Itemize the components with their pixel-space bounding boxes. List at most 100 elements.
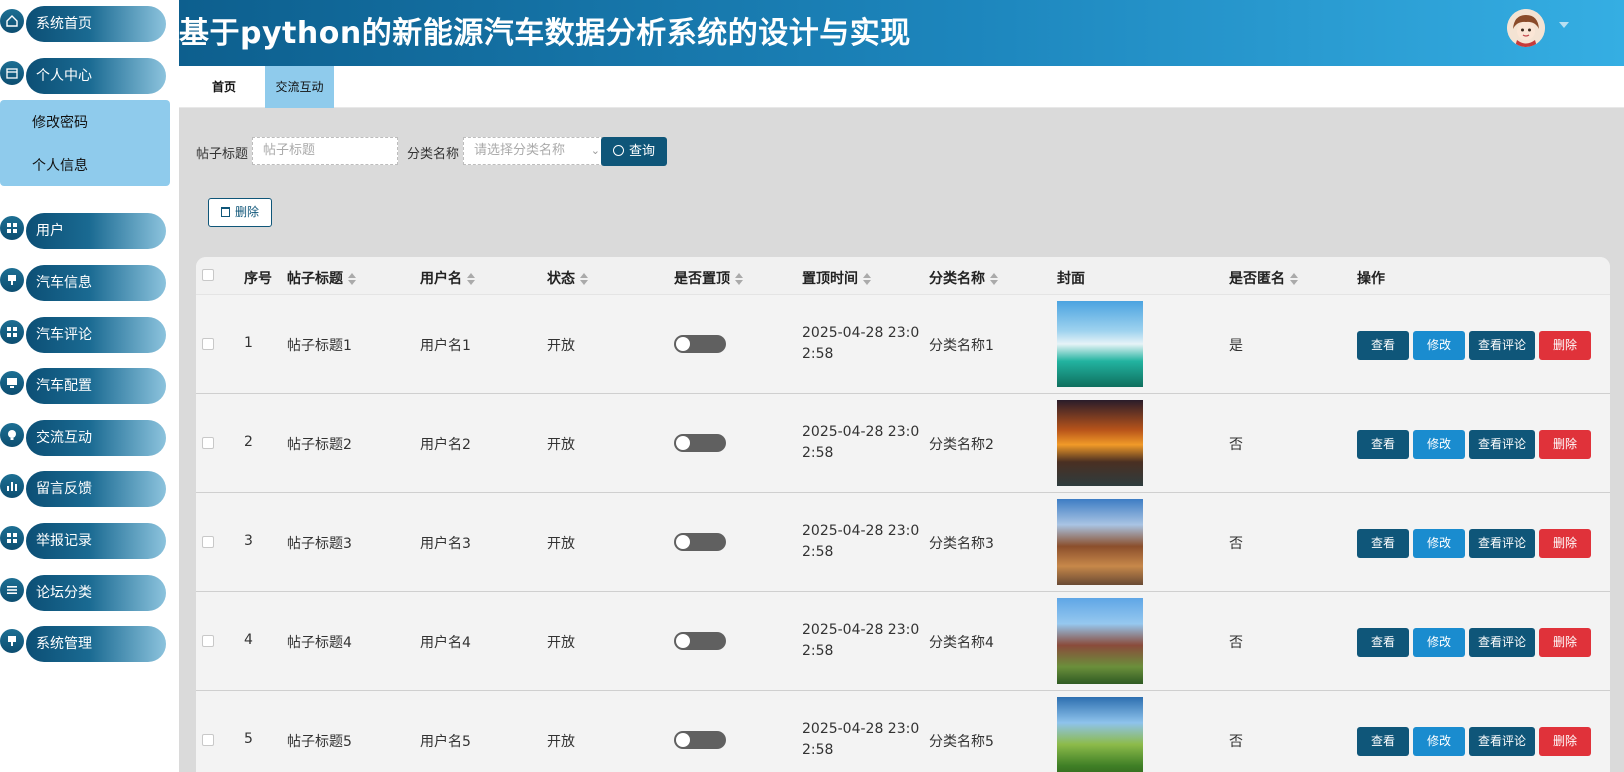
row-anonymous: 否 bbox=[1229, 536, 1243, 552]
sidebar-item-system-management[interactable]: 系统管理 bbox=[0, 626, 170, 662]
view-button[interactable]: 查看 bbox=[1357, 430, 1409, 459]
cover-image bbox=[1057, 301, 1143, 387]
edit-button[interactable]: 修改 bbox=[1413, 529, 1465, 558]
view-comments-button[interactable]: 查看评论 bbox=[1469, 529, 1535, 558]
search-button-label: 查询 bbox=[628, 144, 655, 159]
category-filter-label: 分类名称 bbox=[407, 147, 460, 162]
row-pinned-time: 2025-04-28 23:02:58 bbox=[802, 622, 920, 659]
sidebar-item-reports[interactable]: 举报记录 bbox=[0, 523, 170, 559]
row-checkbox[interactable] bbox=[202, 734, 214, 746]
edit-button[interactable]: 修改 bbox=[1413, 727, 1465, 756]
sort-icon[interactable] bbox=[735, 273, 743, 285]
sidebar-item-interaction[interactable]: 交流互动 bbox=[0, 420, 170, 456]
delete-button[interactable]: 删除 bbox=[1539, 331, 1591, 360]
category-select-placeholder: 请选择分类名称 bbox=[474, 143, 566, 158]
sidebar-item-car-config[interactable]: 汽车配置 bbox=[0, 368, 170, 404]
row-username: 用户名1 bbox=[420, 338, 471, 354]
category-select[interactable]: 请选择分类名称 ⌄ bbox=[463, 137, 609, 165]
bulb-icon bbox=[0, 423, 24, 447]
row-username: 用户名2 bbox=[420, 437, 471, 453]
row-checkbox[interactable] bbox=[202, 437, 214, 449]
chevron-down-icon[interactable] bbox=[1559, 22, 1569, 28]
row-checkbox[interactable] bbox=[202, 536, 214, 548]
delete-button[interactable]: 删除 bbox=[1539, 529, 1591, 558]
select-all-checkbox[interactable] bbox=[202, 269, 214, 281]
row-status: 开放 bbox=[547, 734, 575, 750]
view-button[interactable]: 查看 bbox=[1357, 727, 1409, 756]
grid-icon bbox=[0, 320, 24, 344]
row-anonymous: 是 bbox=[1229, 338, 1243, 354]
avatar[interactable] bbox=[1507, 9, 1545, 47]
view-comments-button[interactable]: 查看评论 bbox=[1469, 331, 1535, 360]
sidebar-item-car-info[interactable]: 汽车信息 bbox=[0, 265, 170, 301]
col-pinned[interactable]: 是否置顶 bbox=[674, 268, 743, 288]
submenu-personal-center: 修改密码 个人信息 bbox=[0, 100, 170, 186]
col-pinned-time[interactable]: 置顶时间 bbox=[802, 268, 871, 288]
sidebar-item-home[interactable]: 系统首页 bbox=[0, 6, 170, 42]
title-search-input[interactable]: 帖子标题 bbox=[252, 137, 398, 165]
pinned-toggle[interactable] bbox=[674, 335, 726, 353]
delete-button[interactable]: 删除 bbox=[1539, 628, 1591, 657]
sort-icon[interactable] bbox=[863, 273, 871, 285]
col-status[interactable]: 状态 bbox=[547, 268, 588, 288]
col-username[interactable]: 用户名 bbox=[420, 268, 475, 288]
sidebar: 系统首页 个人中心 修改密码 个人信息 用户 汽车信息 汽车评论 汽车配置 交流… bbox=[0, 0, 179, 772]
row-anonymous: 否 bbox=[1229, 734, 1243, 750]
table-header: 序号 帖子标题 用户名 状态 是否置顶 置顶时间 分类名称 封面 是否匿名 操作 bbox=[196, 257, 1610, 295]
col-cover: 封面 bbox=[1057, 271, 1085, 287]
row-checkbox[interactable] bbox=[202, 338, 214, 350]
search-button[interactable]: 查询 bbox=[601, 137, 667, 166]
col-username-label: 用户名 bbox=[420, 271, 462, 287]
view-button[interactable]: 查看 bbox=[1357, 529, 1409, 558]
search-icon bbox=[612, 145, 624, 156]
edit-button[interactable]: 修改 bbox=[1413, 331, 1465, 360]
sidebar-item-car-comments[interactable]: 汽车评论 bbox=[0, 317, 170, 353]
sidebar-item-label: 留言反馈 bbox=[26, 471, 166, 507]
sidebar-item-label: 用户 bbox=[26, 213, 166, 249]
pinned-toggle[interactable] bbox=[674, 632, 726, 650]
sidebar-item-forum-categories[interactable]: 论坛分类 bbox=[0, 575, 170, 611]
sidebar-item-label: 系统首页 bbox=[26, 6, 166, 42]
col-title[interactable]: 帖子标题 bbox=[287, 268, 356, 288]
view-button[interactable]: 查看 bbox=[1357, 331, 1409, 360]
sidebar-item-personal-center[interactable]: 个人中心 bbox=[0, 58, 170, 94]
row-username: 用户名4 bbox=[420, 635, 471, 651]
tab-home[interactable]: 首页 bbox=[199, 66, 249, 108]
view-comments-button[interactable]: 查看评论 bbox=[1469, 727, 1535, 756]
col-category[interactable]: 分类名称 bbox=[929, 268, 998, 288]
delete-button[interactable]: 删除 bbox=[1539, 430, 1591, 459]
sidebar-item-feedback[interactable]: 留言反馈 bbox=[0, 471, 170, 507]
sort-icon[interactable] bbox=[348, 273, 356, 285]
sort-icon[interactable] bbox=[990, 273, 998, 285]
pinned-toggle[interactable] bbox=[674, 731, 726, 749]
row-title: 帖子标题1 bbox=[287, 338, 352, 354]
edit-button[interactable]: 修改 bbox=[1413, 430, 1465, 459]
delete-button[interactable]: 删除 bbox=[1539, 727, 1591, 756]
submenu-item-change-password[interactable]: 修改密码 bbox=[32, 112, 88, 132]
view-comments-button[interactable]: 查看评论 bbox=[1469, 430, 1535, 459]
sidebar-item-label: 举报记录 bbox=[26, 523, 166, 559]
edit-button[interactable]: 修改 bbox=[1413, 628, 1465, 657]
view-comments-button[interactable]: 查看评论 bbox=[1469, 628, 1535, 657]
sort-icon[interactable] bbox=[467, 273, 475, 285]
pinned-toggle[interactable] bbox=[674, 533, 726, 551]
table-row: 3 帖子标题3 用户名3 开放 2025-04-28 23:02:58 分类名称3 否 查看修… bbox=[196, 493, 1610, 592]
col-anonymous[interactable]: 是否匿名 bbox=[1229, 268, 1298, 288]
row-anonymous: 否 bbox=[1229, 437, 1243, 453]
title-search-placeholder: 帖子标题 bbox=[263, 143, 316, 158]
submenu-item-personal-info[interactable]: 个人信息 bbox=[32, 155, 88, 175]
batch-delete-button[interactable]: 删除 bbox=[208, 198, 272, 227]
tab-interaction[interactable]: 交流互动 bbox=[265, 66, 334, 108]
grid-icon bbox=[0, 216, 24, 240]
pinned-toggle[interactable] bbox=[674, 434, 726, 452]
table-row: 2 帖子标题2 用户名2 开放 2025-04-28 23:02:58 分类名称2 否 查看修… bbox=[196, 394, 1610, 493]
row-pinned-time: 2025-04-28 23:02:58 bbox=[802, 424, 920, 461]
col-status-label: 状态 bbox=[547, 271, 575, 287]
row-category: 分类名称5 bbox=[929, 734, 994, 750]
sort-icon[interactable] bbox=[1290, 273, 1298, 285]
row-category: 分类名称1 bbox=[929, 338, 994, 354]
view-button[interactable]: 查看 bbox=[1357, 628, 1409, 657]
sidebar-item-users[interactable]: 用户 bbox=[0, 213, 170, 249]
row-checkbox[interactable] bbox=[202, 635, 214, 647]
sort-icon[interactable] bbox=[580, 273, 588, 285]
